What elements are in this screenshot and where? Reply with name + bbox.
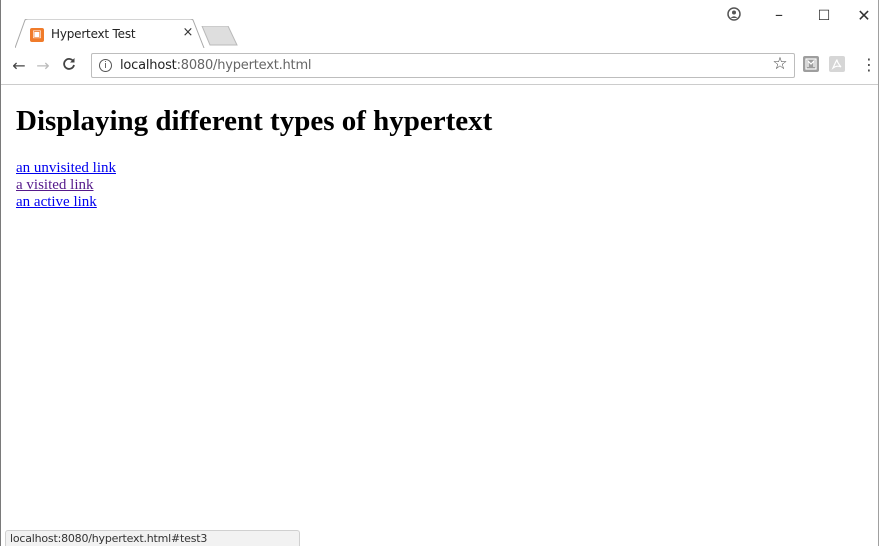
close-window-button[interactable]: ✕	[849, 6, 879, 26]
back-button[interactable]: ←	[9, 56, 29, 76]
tab-close-icon[interactable]: ×	[181, 26, 195, 40]
active-link[interactable]: an active link	[16, 194, 116, 211]
xampp-icon: ▣	[30, 28, 44, 42]
m-extension-icon	[805, 58, 817, 70]
new-tab-button[interactable]	[201, 26, 241, 46]
url-host: localhost	[120, 58, 177, 73]
tab-title: Hypertext Test	[51, 27, 136, 41]
profile-icon[interactable]	[719, 6, 749, 26]
unvisited-link[interactable]: an unvisited link	[16, 160, 116, 177]
browser-window: ▣ Hypertext Test × – ☐ ✕ ← → i localhost…	[0, 0, 879, 546]
bookmark-star-icon[interactable]: ☆	[771, 55, 789, 73]
person-icon	[727, 7, 741, 21]
maximize-button[interactable]: ☐	[809, 6, 839, 26]
link-list: an unvisited link a visited link an acti…	[16, 160, 116, 211]
status-bar: localhost:8080/hypertext.html#test3	[5, 530, 300, 546]
browser-toolbar: ← → i localhost:8080/hypertext.html ☆ ⋮	[1, 48, 878, 85]
extension-icon[interactable]	[803, 56, 819, 72]
reload-button[interactable]	[59, 56, 79, 76]
url-path: :8080/hypertext.html	[176, 58, 312, 73]
minimize-button[interactable]: –	[764, 6, 794, 26]
pdf-extension-icon[interactable]	[829, 56, 845, 72]
reload-icon	[63, 58, 75, 70]
visited-link[interactable]: a visited link	[16, 177, 116, 194]
tab-hypertext-test[interactable]: ▣ Hypertext Test ×	[15, 19, 205, 49]
tab-strip: ▣ Hypertext Test × – ☐ ✕	[1, 0, 879, 49]
page-heading: Displaying different types of hypertext	[16, 105, 493, 137]
menu-kebab-icon[interactable]: ⋮	[861, 56, 877, 76]
address-bar[interactable]: i localhost:8080/hypertext.html	[91, 53, 795, 78]
acrobat-icon	[831, 59, 842, 70]
page-content: Displaying different types of hypertext …	[1, 85, 878, 546]
forward-button[interactable]: →	[33, 56, 53, 76]
url-text[interactable]: localhost:8080/hypertext.html	[120, 58, 312, 73]
info-icon[interactable]: i	[99, 59, 112, 72]
